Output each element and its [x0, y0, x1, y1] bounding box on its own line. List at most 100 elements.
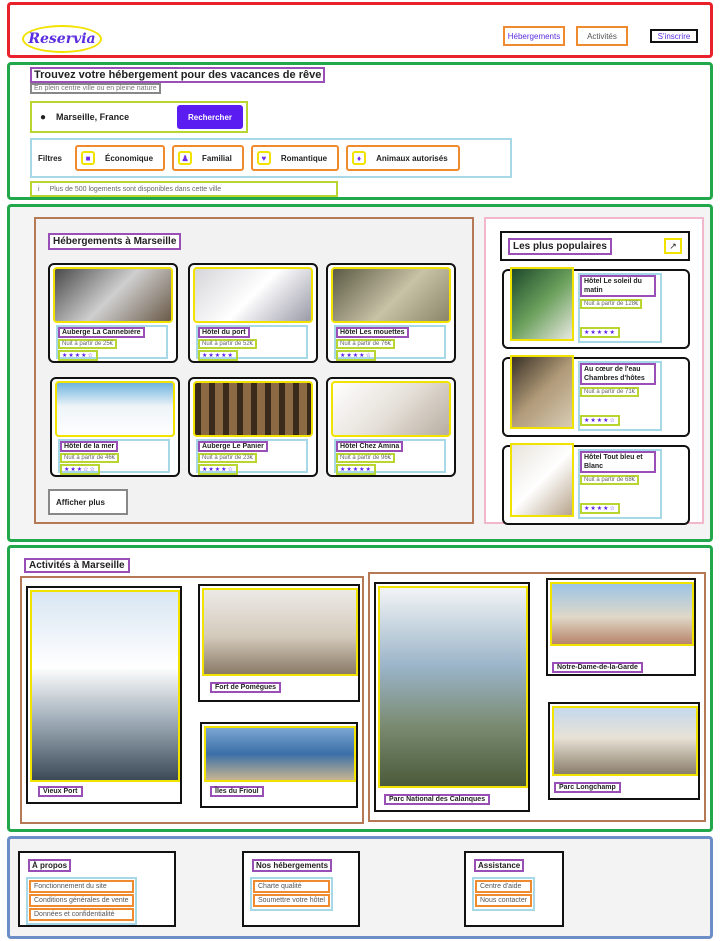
- hotel-card[interactable]: Hôtel de la mer Nuit à partir de 46€ ★★★…: [50, 377, 180, 477]
- hotel-image: [331, 267, 451, 323]
- activities-panel-left: Vieux Port Fort de Pomègues Îles du Frio…: [20, 576, 364, 824]
- hotel-price: Nuit à partir de 96€: [336, 453, 396, 463]
- nav-inscrire[interactable]: S'inscrire: [650, 29, 698, 43]
- info-icon: i: [38, 185, 40, 193]
- footer-link[interactable]: Soumettre votre hôtel: [253, 894, 330, 907]
- activities-section: Activités à Marseille Vieux Port Fort de…: [7, 545, 713, 832]
- popular-card[interactable]: Au cœur de l'eau Chambres d'hôtes Nuit à…: [502, 355, 690, 437]
- hotel-rating: ★★★☆☆: [60, 464, 100, 475]
- search-title: Trouvez votre hébergement pour des vacan…: [30, 67, 326, 83]
- filter-romantique[interactable]: ♥ Romantique: [250, 145, 340, 171]
- footer-heading: À propos: [28, 859, 72, 872]
- hotel-info: Hôtel Le soleil du matin Nuit à partir d…: [578, 273, 662, 343]
- footer-link[interactable]: Données et confidentialité: [29, 908, 134, 921]
- activity-image: [204, 726, 356, 782]
- filter-label: Romantique: [280, 153, 328, 163]
- filter-familial[interactable]: ♟ Familial: [172, 145, 244, 171]
- hotel-card[interactable]: Hôtel du port Nuit à partir de 52€ ★★★★★: [188, 263, 318, 363]
- hotel-card[interactable]: Hôtel Les mouettes Nuit à partir de 76€ …: [326, 263, 456, 363]
- hotel-info: Hôtel Chez Amina Nuit à partir de 96€ ★★…: [334, 439, 446, 475]
- hotel-price: Nuit à partir de 46€: [60, 453, 120, 463]
- hotel-image: [53, 267, 173, 323]
- hotel-price: Nuit à partir de 23€: [198, 453, 258, 463]
- activity-card[interactable]: Parc Longchamp: [548, 702, 700, 800]
- hotel-card[interactable]: Auberge Le Panier Nuit à partir de 23€ ★…: [188, 377, 318, 477]
- location-pin-icon: ●: [40, 111, 47, 123]
- dog-icon: ♦: [352, 151, 367, 165]
- activity-name: Vieux Port: [38, 786, 83, 797]
- activity-name: Parc National des Calanques: [384, 794, 491, 805]
- activity-image: [30, 590, 180, 782]
- hotel-card[interactable]: Hôtel Chez Amina Nuit à partir de 96€ ★★…: [326, 377, 456, 477]
- search-bar: ● Marseille, France Rechercher: [30, 101, 248, 133]
- hotel-rating: ★★★★★: [198, 350, 238, 361]
- activity-name: Fort de Pomègues: [210, 682, 282, 693]
- filters-label: Filtres: [38, 153, 63, 163]
- hotel-image: [510, 355, 574, 429]
- nav-hebergements[interactable]: Hébergements: [503, 26, 565, 46]
- hotel-info: Hôtel de la mer Nuit à partir de 46€ ★★★…: [58, 439, 170, 475]
- search-subtitle: En plein centre ville ou en pleine natur…: [30, 83, 161, 94]
- reservia-logo[interactable]: Reservia: [22, 25, 102, 53]
- hotel-info: Hôtel du port Nuit à partir de 52€ ★★★★★: [196, 325, 308, 361]
- footer-links: Centre d'aide Nous contacter: [472, 877, 536, 911]
- footer-link[interactable]: Conditions générales de vente: [29, 894, 134, 907]
- hotel-image: [331, 381, 451, 437]
- popular-card[interactable]: Hôtel Le soleil du matin Nuit à partir d…: [502, 267, 690, 349]
- hotel-name: Auberge Le Panier: [198, 441, 268, 452]
- filters-bar: Filtres ■ Économique ♟ Familial ♥ Romant…: [30, 138, 512, 178]
- hotel-name: Auberge La Cannebière: [58, 327, 145, 338]
- filter-label: Économique: [105, 153, 154, 163]
- activity-card[interactable]: Vieux Port: [26, 586, 182, 804]
- activity-card[interactable]: Notre-Dame-de-la-Garde: [546, 578, 696, 676]
- activity-card[interactable]: Fort de Pomègues: [198, 584, 360, 702]
- activity-card[interactable]: Îles du Frioul: [200, 722, 358, 808]
- money-icon: ■: [81, 151, 96, 165]
- hotel-price: Nuit à partir de 68€: [580, 475, 640, 485]
- trending-chart-icon: ↗: [664, 238, 682, 254]
- footer-link[interactable]: Charte qualité: [253, 880, 330, 893]
- footer-heading: Nos hébergements: [252, 859, 333, 872]
- hotel-name: Hôtel Le soleil du matin: [580, 275, 656, 297]
- footer-link[interactable]: Centre d'aide: [475, 880, 533, 893]
- hotel-image: [510, 267, 574, 341]
- hotel-name: Hôtel Chez Amina: [336, 441, 404, 452]
- popular-header: Les plus populaires ↗: [500, 231, 690, 261]
- activities-title: Activités à Marseille: [24, 558, 130, 573]
- footer-link[interactable]: Nous contacter: [475, 894, 533, 907]
- site-header: Reservia Hébergements Activités S'inscri…: [7, 2, 713, 58]
- hotel-card[interactable]: Auberge La Cannebière Nuit à partir de 2…: [48, 263, 178, 363]
- filter-animaux[interactable]: ♦ Animaux autorisés: [346, 145, 460, 171]
- activity-image: [550, 582, 694, 646]
- filter-economique[interactable]: ■ Économique: [75, 145, 166, 171]
- activity-image: [378, 586, 528, 788]
- popular-title: Les plus populaires: [508, 237, 612, 255]
- search-section: Trouvez votre hébergement pour des vacan…: [7, 62, 713, 200]
- hotel-name: Hôtel du port: [198, 327, 250, 338]
- footer-link[interactable]: Fonctionnement du site: [29, 880, 134, 893]
- child-icon: ♟: [178, 151, 193, 165]
- search-input[interactable]: Marseille, France: [56, 112, 167, 122]
- search-button[interactable]: Rechercher: [177, 105, 243, 129]
- hotel-name: Au cœur de l'eau Chambres d'hôtes: [580, 363, 656, 385]
- hotel-rating: ★★★★☆: [580, 503, 620, 514]
- hotel-rating: ★★★★☆: [580, 415, 620, 426]
- hotel-info: Auberge La Cannebière Nuit à partir de 2…: [56, 325, 168, 361]
- hotel-price: Nuit à partir de 52€: [198, 339, 258, 349]
- popular-panel: Les plus populaires ↗ Hôtel Le soleil du…: [484, 217, 704, 525]
- hotel-rating: ★★★★★: [336, 464, 376, 475]
- hotels-panel: Hébergements à Marseille Auberge La Cann…: [34, 217, 474, 524]
- hotel-price: Nuit à partir de 71€: [580, 387, 640, 397]
- site-footer: À propos Fonctionnement du site Conditio…: [7, 836, 713, 939]
- activity-card[interactable]: Parc National des Calanques: [374, 582, 530, 812]
- hotels-title: Hébergements à Marseille: [48, 233, 182, 250]
- popular-card[interactable]: Hôtel Tout bleu et Blanc Nuit à partir d…: [502, 443, 690, 525]
- activities-panel-right: Parc National des Calanques Notre-Dame-d…: [368, 572, 706, 822]
- footer-links: Charte qualité Soumettre votre hôtel: [250, 877, 333, 911]
- nav-activites[interactable]: Activités: [576, 26, 628, 46]
- show-more-button[interactable]: Afficher plus: [48, 489, 128, 515]
- activity-name: Parc Longchamp: [554, 782, 621, 793]
- hotel-price: Nuit à partir de 76€: [336, 339, 396, 349]
- activity-name: Îles du Frioul: [210, 786, 264, 797]
- hotel-info: Hôtel Les mouettes Nuit à partir de 76€ …: [334, 325, 446, 361]
